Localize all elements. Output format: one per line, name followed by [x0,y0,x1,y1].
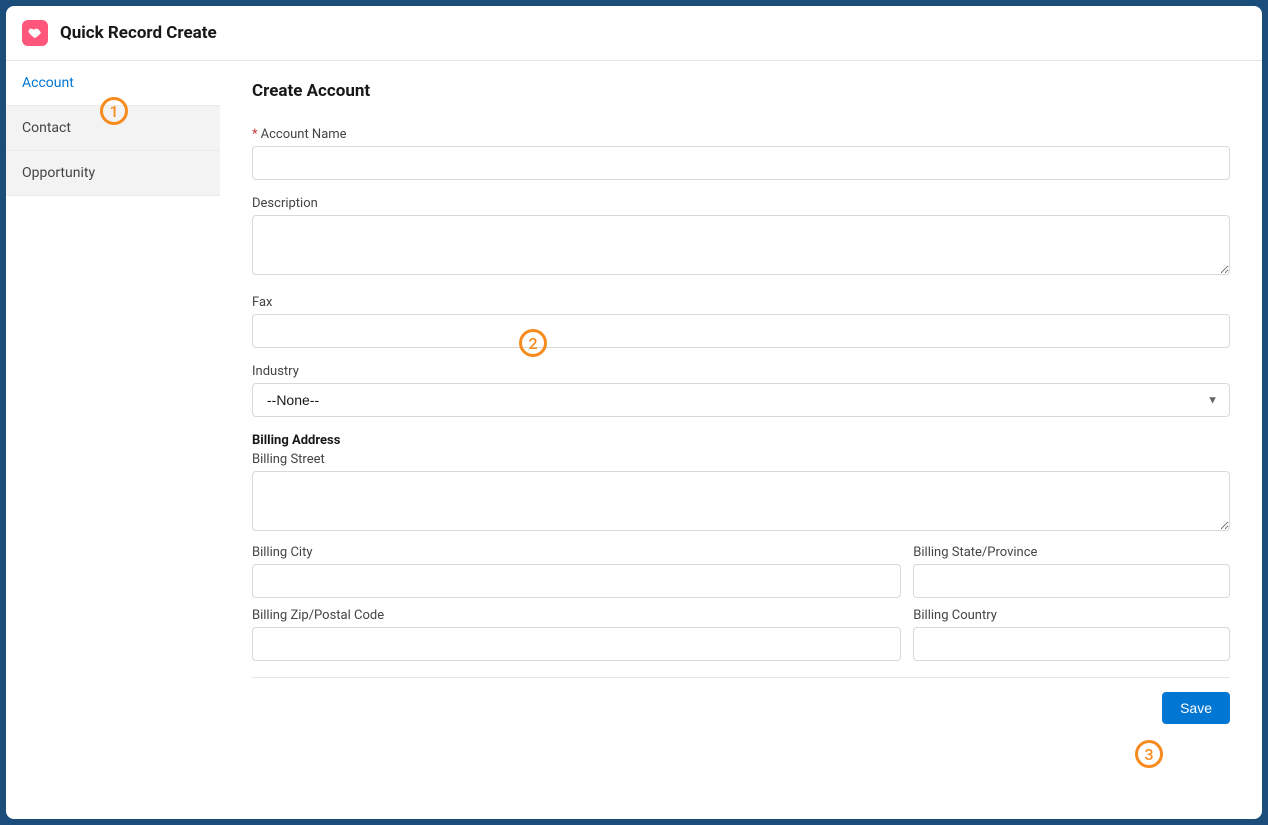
field-description: Description [252,196,1230,279]
page-title: Create Account [252,81,1230,101]
label-billing-zip: Billing Zip/Postal Code [252,608,901,623]
field-fax: Fax [252,295,1230,348]
label-fax: Fax [252,295,1230,310]
header-title: Quick Record Create [60,23,217,43]
sidebar-item-label: Contact [22,120,71,136]
label-billing-city: Billing City [252,545,901,560]
modal-card: Quick Record Create Account Contact Oppo… [6,6,1262,819]
input-account-name[interactable] [252,146,1230,180]
field-billing-state: Billing State/Province [913,545,1230,598]
field-billing-street: Billing Street [252,452,1230,535]
input-billing-state[interactable] [913,564,1230,598]
input-billing-zip[interactable] [252,627,901,661]
header: Quick Record Create [6,6,1262,61]
field-account-name: *Account Name [252,127,1230,180]
save-button[interactable]: Save [1162,692,1230,724]
label-industry: Industry [252,364,1230,379]
sidebar-item-opportunity[interactable]: Opportunity [6,151,220,196]
input-description[interactable] [252,215,1230,275]
required-star-icon: * [252,127,258,142]
field-billing-city: Billing City [252,545,901,598]
sidebar-item-account[interactable]: Account [6,61,220,106]
select-industry[interactable]: --None-- [252,383,1230,417]
input-billing-city[interactable] [252,564,901,598]
app-heart-icon [22,20,48,46]
input-billing-street[interactable] [252,471,1230,531]
sidebar: Account Contact Opportunity [6,61,220,819]
main-panel: Create Account *Account Name Description… [220,61,1262,819]
section-billing-address: Billing Address [252,433,1230,448]
footer: Save [252,677,1230,724]
input-billing-country[interactable] [913,627,1230,661]
label-description: Description [252,196,1230,211]
field-billing-country: Billing Country [913,608,1230,661]
label-billing-state: Billing State/Province [913,545,1230,560]
label-account-name: *Account Name [252,127,1230,142]
label-billing-country: Billing Country [913,608,1230,623]
field-billing-zip: Billing Zip/Postal Code [252,608,901,661]
field-industry: Industry --None-- ▼ [252,364,1230,417]
sidebar-item-label: Opportunity [22,165,95,181]
input-fax[interactable] [252,314,1230,348]
sidebar-item-contact[interactable]: Contact [6,106,220,151]
sidebar-item-label: Account [22,75,74,91]
body: Account Contact Opportunity Create Accou… [6,61,1262,819]
label-billing-street: Billing Street [252,452,1230,467]
